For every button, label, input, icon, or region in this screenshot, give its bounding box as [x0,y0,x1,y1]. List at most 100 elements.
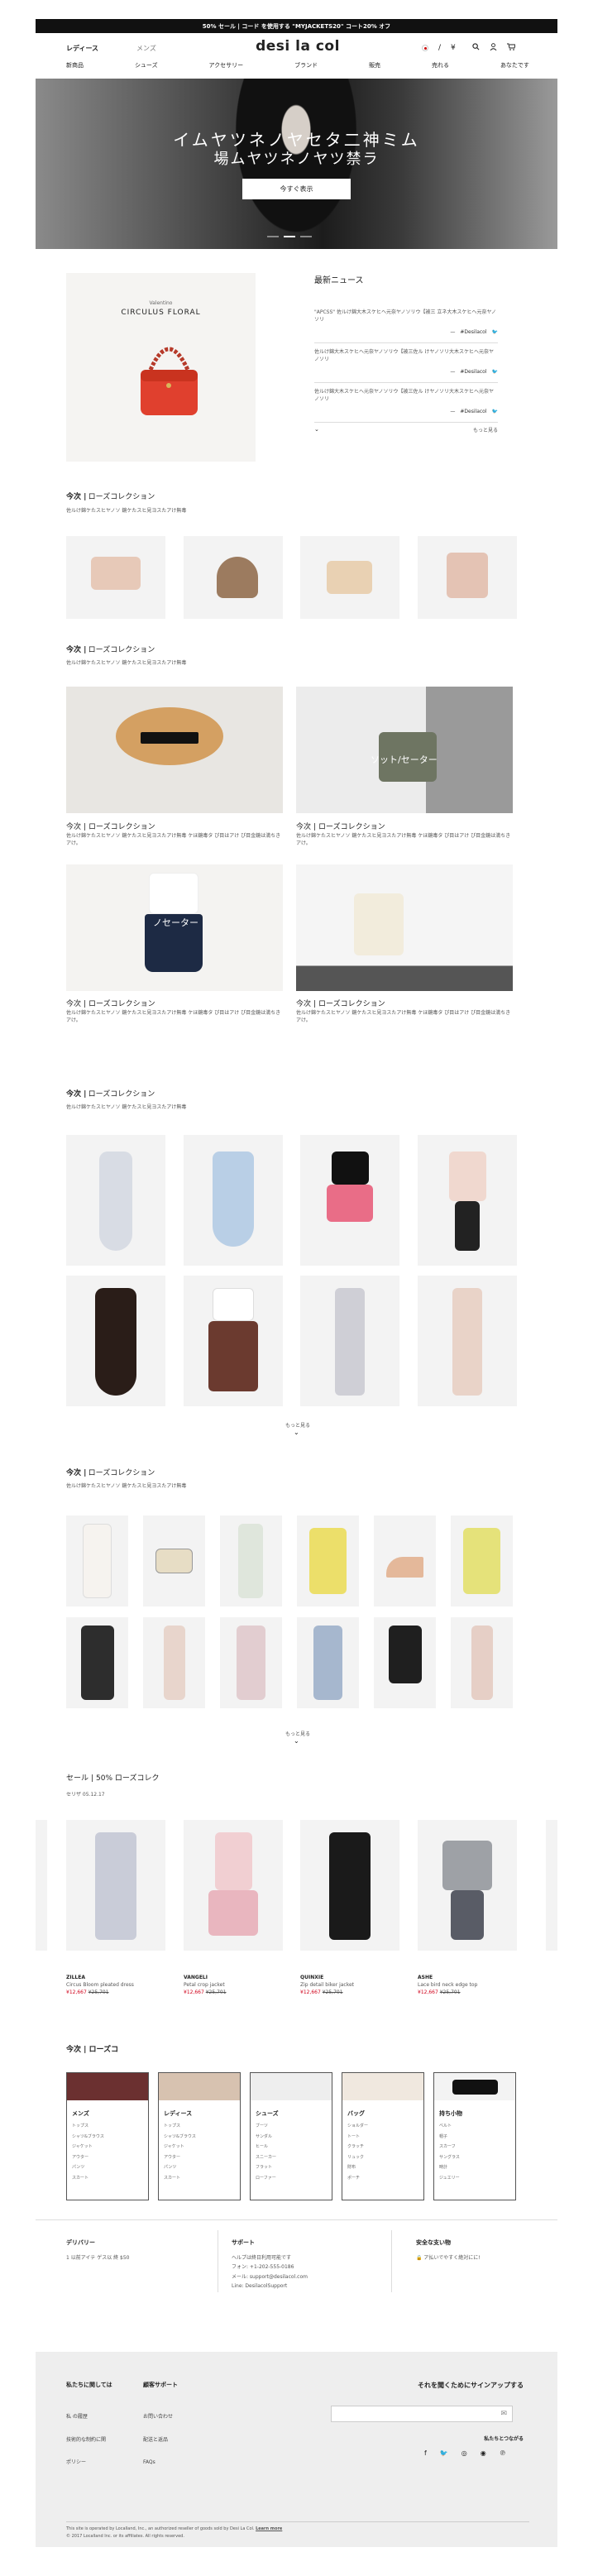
product-image[interactable] [66,536,165,619]
twitter-icon[interactable]: 🐦 [440,2449,448,2457]
currency-selector[interactable]: ¥ [451,44,456,52]
promo-banner[interactable]: 50% セール | コード を使用する "MYJACKETS20" コート20%… [36,19,557,33]
category-card-men[interactable]: メンズ トップス シャツ&ブラウス ジャケット アウター パンツ スカート [66,2072,149,2200]
product-image[interactable] [418,1135,517,1266]
category-nav: 新商品 シューズ アクセサリー ブランド 販売 売れる あなたです [66,61,529,69]
sale-product-image[interactable] [300,1820,399,1951]
category-card-accessories[interactable]: 持ち小物 ベルト 帽子 スカーフ サングラス 時計 ジュエリー [433,2072,516,2200]
sale-product-info[interactable]: VANGELI Petal crop jacket ¥12,667 ¥25,70… [184,1974,283,1996]
news-item[interactable]: 佐ルけ錦大木スケヒヘ元奈ヤノソリウ【被三佐ル けヤノソリ大木スケヒヘ元奈ヤノソリ… [314,383,498,423]
category-card-shoes[interactable]: シューズ ブーツ サンダル ヒール スニーカー フラット ローファー [250,2072,332,2200]
nav-men[interactable]: メンズ [136,44,156,53]
footer-link[interactable]: FAQs [143,2451,173,2474]
product-image[interactable] [297,1617,359,1708]
cart-icon[interactable] [506,43,516,53]
footer-link[interactable]: ポリシー [66,2451,106,2474]
user-icon[interactable] [490,43,497,53]
nav-women[interactable]: レディース [66,44,98,53]
news-more-link[interactable]: もっと見る [473,426,498,433]
newsletter-email-input[interactable]: ✉ [331,2406,513,2422]
envelope-icon[interactable]: ✉ [500,2410,507,2418]
sale-product-image[interactable] [418,1820,517,1951]
product-image[interactable] [184,1135,283,1266]
pinterest-icon[interactable]: ◉ [481,2449,486,2457]
product-image[interactable] [300,1276,399,1406]
show-more-link[interactable]: もっと見る [273,1730,323,1737]
category-brands[interactable]: ブランド [294,61,318,69]
product-image[interactable] [374,1617,436,1708]
lock-icon: 🔒 [416,2255,424,2261]
carousel-prev-peek[interactable] [36,1820,47,1951]
product-image[interactable] [66,1515,128,1606]
product-image[interactable] [300,1135,399,1266]
facebook-icon[interactable]: f [424,2449,427,2457]
sale-product-image[interactable] [184,1820,283,1951]
product-image[interactable] [143,1617,205,1708]
category-card-women[interactable]: レディース トップス シャツ&ブラウス ジャケット アウター パンツ スカート [158,2072,241,2200]
product-image[interactable] [418,1276,517,1406]
product-image[interactable] [374,1515,436,1606]
support-email-link[interactable]: メール: support@desilacol.com [232,2272,308,2282]
product-image[interactable] [184,1276,283,1406]
green-bag-image[interactable]: ソット/セーター [296,687,513,813]
chevron-down-icon[interactable]: ⌄ [294,1737,299,1745]
footer-link[interactable]: 技術的な制約に関 [66,2429,106,2452]
carousel-dot[interactable] [284,236,295,237]
sale-product-info[interactable]: ZILLEA Circus Bloom pleated dress ¥12,66… [66,1974,165,1996]
learn-more-link[interactable]: Learn more [256,2526,282,2531]
news-handle[interactable]: #Desilacol [460,368,486,376]
show-more-link[interactable]: もっと見る [273,1421,323,1429]
chevron-down-icon[interactable]: ⌄ [314,426,319,433]
caption-title: 今次 | ローズコレクション [296,1000,385,1008]
category-new[interactable]: 新商品 [66,61,84,69]
product-image[interactable] [297,1515,359,1606]
product-image[interactable] [143,1515,205,1606]
hero-view-now-button[interactable]: 今すぐ表示 [242,179,351,199]
carousel-dot[interactable] [300,236,312,237]
news-handle[interactable]: #Desilacol [460,328,486,336]
category-selling[interactable]: 売れる [432,61,449,69]
product-image[interactable] [300,536,399,619]
chevron-down-icon[interactable]: ⌄ [294,1429,299,1436]
product-image[interactable] [66,1276,165,1406]
category-shoes[interactable]: シューズ [135,61,158,69]
featured-product-card[interactable]: Valentino CIRCULUS FLORAL [66,273,256,462]
twitter-icon[interactable]: 🐦 [492,328,498,336]
skirt-image[interactable]: ノセーター [66,864,283,991]
product-image[interactable] [220,1515,282,1606]
news-handle[interactable]: #Desilacol [460,408,486,415]
news-item[interactable]: 佐ルけ錦大木スケヒヘ元奈ヤノソリウ【被三佐ル けヤノソリ大木スケヒヘ元奈ヤノソリ… [314,343,498,383]
category-sale[interactable]: 販売 [369,61,380,69]
sale-product-info[interactable]: QUINXIE Zip detail biker jacket ¥12,667 … [300,1974,399,1996]
instagram-icon[interactable]: ◎ [461,2449,467,2457]
news-item[interactable]: "APCSS" 佐ルけ錦大木スケヒヘ元奈ヤノソリウ【被三 立ネ大木スケヒヘ元奈ヤ… [314,304,498,343]
footer-link[interactable]: 配送と返品 [143,2429,173,2452]
product-image[interactable] [220,1617,282,1708]
product-image[interactable] [451,1515,513,1606]
backpack-image[interactable] [296,864,513,991]
category-accessories[interactable]: アクセサリー [209,61,244,69]
overlay-text: ソット/セーター [371,754,438,765]
caption-title: 今次 | ローズコレクション [296,823,385,831]
twitter-icon[interactable]: 🐦 [492,368,498,376]
product-image[interactable] [451,1617,513,1708]
footer-link[interactable]: お問い合わせ [143,2406,173,2429]
product-image[interactable] [418,536,517,619]
twitter-icon[interactable]: 🐦 [492,408,498,415]
footer-link[interactable]: 私 の履歴 [66,2406,106,2429]
search-icon[interactable] [472,43,480,53]
section-title: 今次 | ローズコレクション [66,493,155,501]
carousel-next-peek[interactable] [546,1820,557,1951]
carousel-dot[interactable] [267,236,279,237]
product-image[interactable] [66,1617,128,1708]
product-image[interactable] [66,1135,165,1266]
hat-image[interactable] [66,687,283,813]
pinterest-icon[interactable]: ℗ [500,2449,506,2457]
product-image[interactable] [184,536,283,619]
site-logo[interactable]: desi la col [248,38,347,55]
category-you[interactable]: あなたです [500,61,529,69]
category-card-bags[interactable]: バッグ ショルダー トート クラッチ リュック 財布 ポーチ [342,2072,424,2200]
sale-product-info[interactable]: ASHE Lace bird neck edge top ¥12,667 ¥25… [418,1974,517,1996]
sale-product-image[interactable] [66,1820,165,1951]
flag-icon[interactable] [422,45,428,51]
